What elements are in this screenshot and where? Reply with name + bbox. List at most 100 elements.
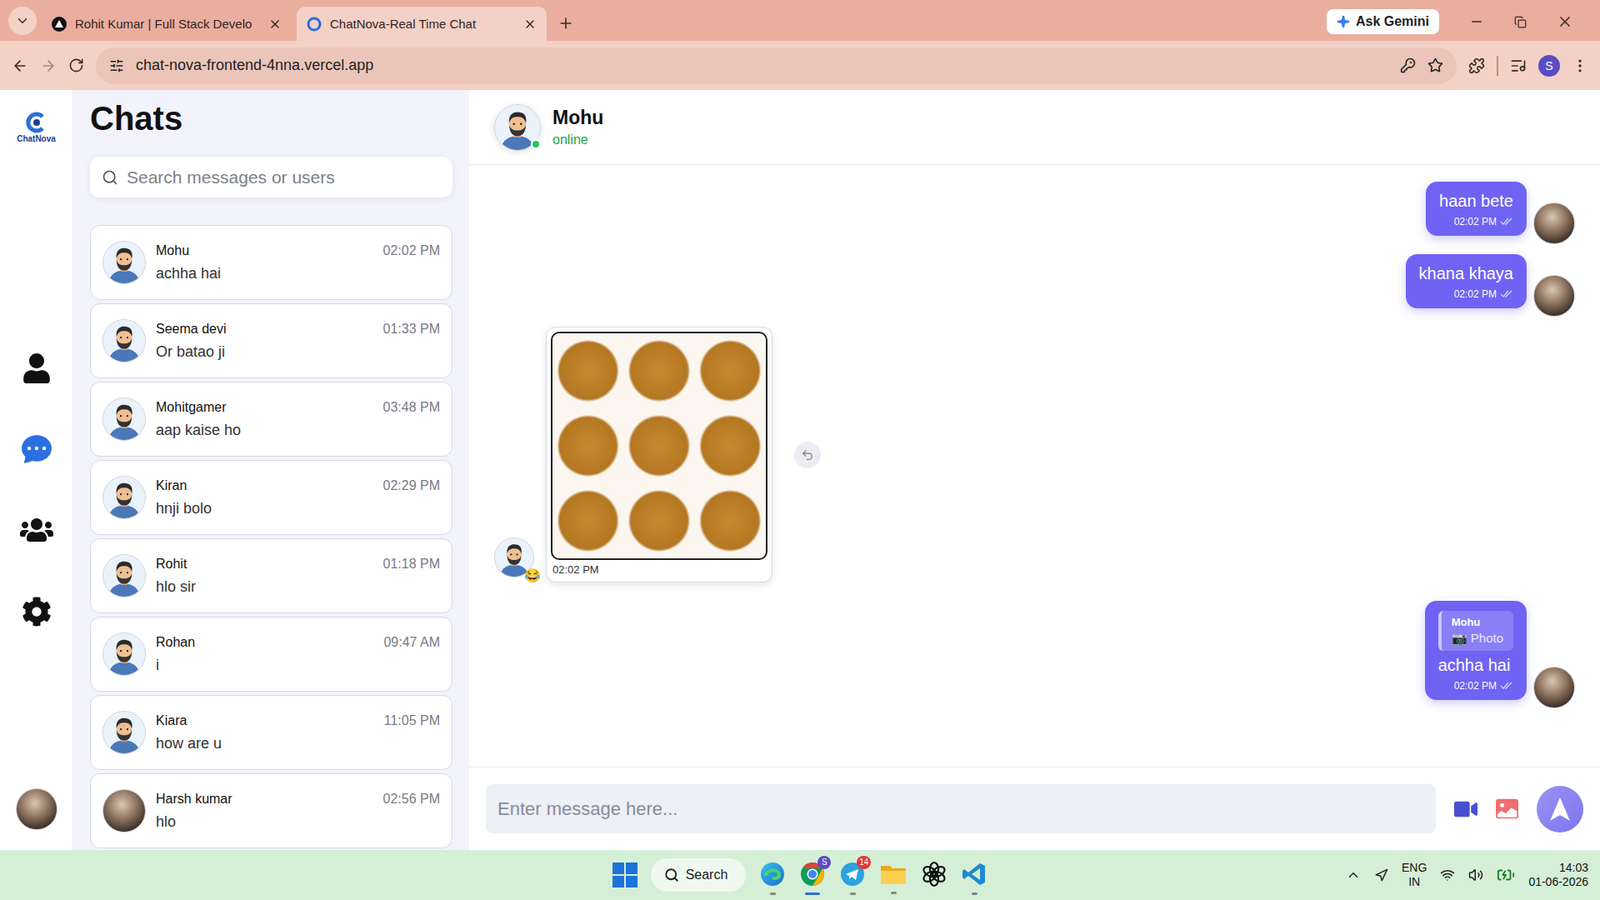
site-favicon-icon [51, 16, 67, 32]
toolbar-divider [1496, 55, 1499, 76]
chat-item[interactable]: Seema devi01:33 PMOr batao ji [90, 303, 453, 379]
clock-time: 14:03 [1559, 860, 1589, 876]
media-icon[interactable] [1510, 57, 1527, 75]
chat-item[interactable]: Kiara11:05 PMhow are u [90, 695, 453, 770]
browser-tab[interactable]: Rohit Kumar | Full Stack Develo [41, 6, 292, 41]
message-row: Mohu📷 Photo achha hai 02:02 PM [494, 600, 1575, 700]
edge-icon [759, 860, 786, 888]
running-indicator [931, 892, 938, 895]
taskbar: Search S 14 ENGIN 14:0301-06-2026 [0, 850, 1600, 900]
restore-icon[interactable] [1514, 15, 1527, 29]
message-meta: 02:02 PM [1438, 680, 1514, 692]
contact-status: online [552, 132, 604, 148]
taskbar-search[interactable]: Search [650, 858, 747, 892]
browser-tab[interactable]: ChatNova-Real Time Chat [296, 6, 547, 41]
message-input[interactable] [485, 784, 1436, 834]
message-bubble[interactable]: Mohu📷 Photo achha hai 02:02 PM [1425, 600, 1527, 700]
image-message[interactable]: 02:02 PM [545, 326, 773, 583]
location-icon[interactable] [1374, 868, 1389, 883]
chat-item[interactable]: Mohu02:02 PMachha hai [90, 225, 453, 300]
bookmark-star-icon[interactable] [1427, 57, 1444, 74]
ask-gemini-button[interactable]: Ask Gemini [1326, 9, 1440, 35]
message-time: 02:02 PM [1454, 288, 1497, 300]
back-icon[interactable] [11, 57, 29, 75]
chevron-up-icon[interactable] [1345, 867, 1361, 883]
close-tab-icon[interactable] [523, 17, 537, 31]
avatar-photo [1533, 666, 1575, 709]
settings-nav[interactable] [21, 596, 52, 627]
my-avatar [1533, 275, 1575, 317]
taskbar-app[interactable]: S [799, 855, 826, 895]
groups-nav[interactable] [20, 513, 54, 547]
photo[interactable] [550, 331, 768, 560]
avatar [102, 554, 146, 598]
chat-last-message: hlo sir [155, 578, 440, 596]
key-icon[interactable] [1400, 57, 1416, 74]
message-bubble[interactable]: haan bete02:02 PM [1425, 181, 1527, 236]
chat-time: 11:05 PM [384, 713, 440, 729]
profile-button[interactable]: S [1538, 55, 1560, 77]
wifi-icon[interactable] [1440, 867, 1455, 883]
my-avatar [1533, 202, 1575, 245]
reply-quote[interactable]: Mohu📷 Photo [1438, 610, 1514, 651]
system-tray: ENGIN 14:0301-06-2026 [987, 860, 1589, 890]
video-button[interactable] [1454, 797, 1478, 821]
new-tab-button[interactable] [551, 9, 580, 38]
address-bar[interactable]: chat-nova-frontend-4nna.vercel.app [95, 47, 1457, 85]
volume-icon[interactable] [1468, 867, 1484, 883]
chat-item[interactable]: Mohitgamer03:48 PMaap kaise ho [90, 381, 453, 457]
close-tab-icon[interactable] [268, 17, 282, 31]
forward-icon[interactable] [40, 57, 57, 75]
quote-name: Mohu [1451, 615, 1504, 629]
search-box[interactable]: Search messages or users [90, 156, 453, 198]
contact-avatar[interactable] [494, 104, 541, 151]
message-text: achha hai [1438, 655, 1514, 675]
logo-text: ChatNova [16, 134, 56, 144]
chat-last-message: i [155, 656, 440, 675]
chat-item[interactable]: Kiran02:29 PMhnji bolo [90, 460, 453, 535]
chat-time: 03:48 PM [383, 400, 440, 415]
chatnova-favicon-icon [306, 16, 322, 32]
clock[interactable]: 14:0301-06-2026 [1528, 860, 1589, 890]
message-meta: 02:02 PM [1419, 288, 1514, 300]
taskbar-app[interactable] [759, 855, 786, 895]
chat-item[interactable]: Harsh kumar02:56 PMhlo [90, 773, 453, 849]
image-button[interactable] [1495, 797, 1519, 820]
language-indicator[interactable]: ENGIN [1401, 860, 1427, 890]
battery-icon[interactable] [1496, 865, 1515, 885]
windows-start-icon[interactable] [612, 862, 638, 888]
conversation-header: Mohuonline [469, 90, 1600, 165]
message-list: haan bete02:02 PM khana khaya02:02 PM 😂 02:… [469, 165, 1600, 767]
profile-nav[interactable] [21, 353, 52, 384]
menu-icon[interactable] [1571, 57, 1589, 75]
reload-icon[interactable] [68, 57, 85, 74]
taskbar-app[interactable]: 14 [839, 855, 866, 895]
logo[interactable]: ChatNova [16, 111, 56, 144]
close-window-icon[interactable] [1556, 13, 1574, 30]
tab-search-button[interactable] [8, 6, 37, 35]
extensions-icon[interactable] [1468, 57, 1485, 75]
avatar [102, 475, 146, 520]
gemini-sparkle-icon [1336, 15, 1350, 29]
taskbar-app[interactable] [960, 855, 988, 895]
my-profile-avatar[interactable] [15, 788, 58, 830]
app-badge: 14 [856, 855, 871, 870]
chatgpt-icon [920, 860, 948, 888]
taskbar-app[interactable] [879, 856, 908, 895]
site-info-icon[interactable] [109, 58, 125, 74]
message-reaction[interactable]: 😂 [524, 569, 541, 583]
chat-time: 01:18 PM [383, 556, 440, 572]
browser-toolbar: chat-nova-frontend-4nna.vercel.app S [0, 40, 1600, 90]
chat-item[interactable]: Rohan09:47 AMi [90, 616, 453, 692]
reply-button[interactable] [794, 441, 821, 469]
chats-nav[interactable] [21, 433, 52, 464]
send-button[interactable] [1536, 785, 1584, 833]
avatar [102, 632, 146, 676]
chat-item[interactable]: Rohit01:18 PMhlo sir [90, 538, 453, 614]
avatar [102, 240, 146, 285]
minimize-icon[interactable] [1469, 14, 1485, 30]
taskbar-app[interactable] [920, 855, 948, 895]
chat-time: 01:33 PM [383, 321, 440, 337]
chat-time: 02:02 PM [383, 243, 440, 259]
message-bubble[interactable]: khana khaya02:02 PM [1405, 254, 1527, 309]
